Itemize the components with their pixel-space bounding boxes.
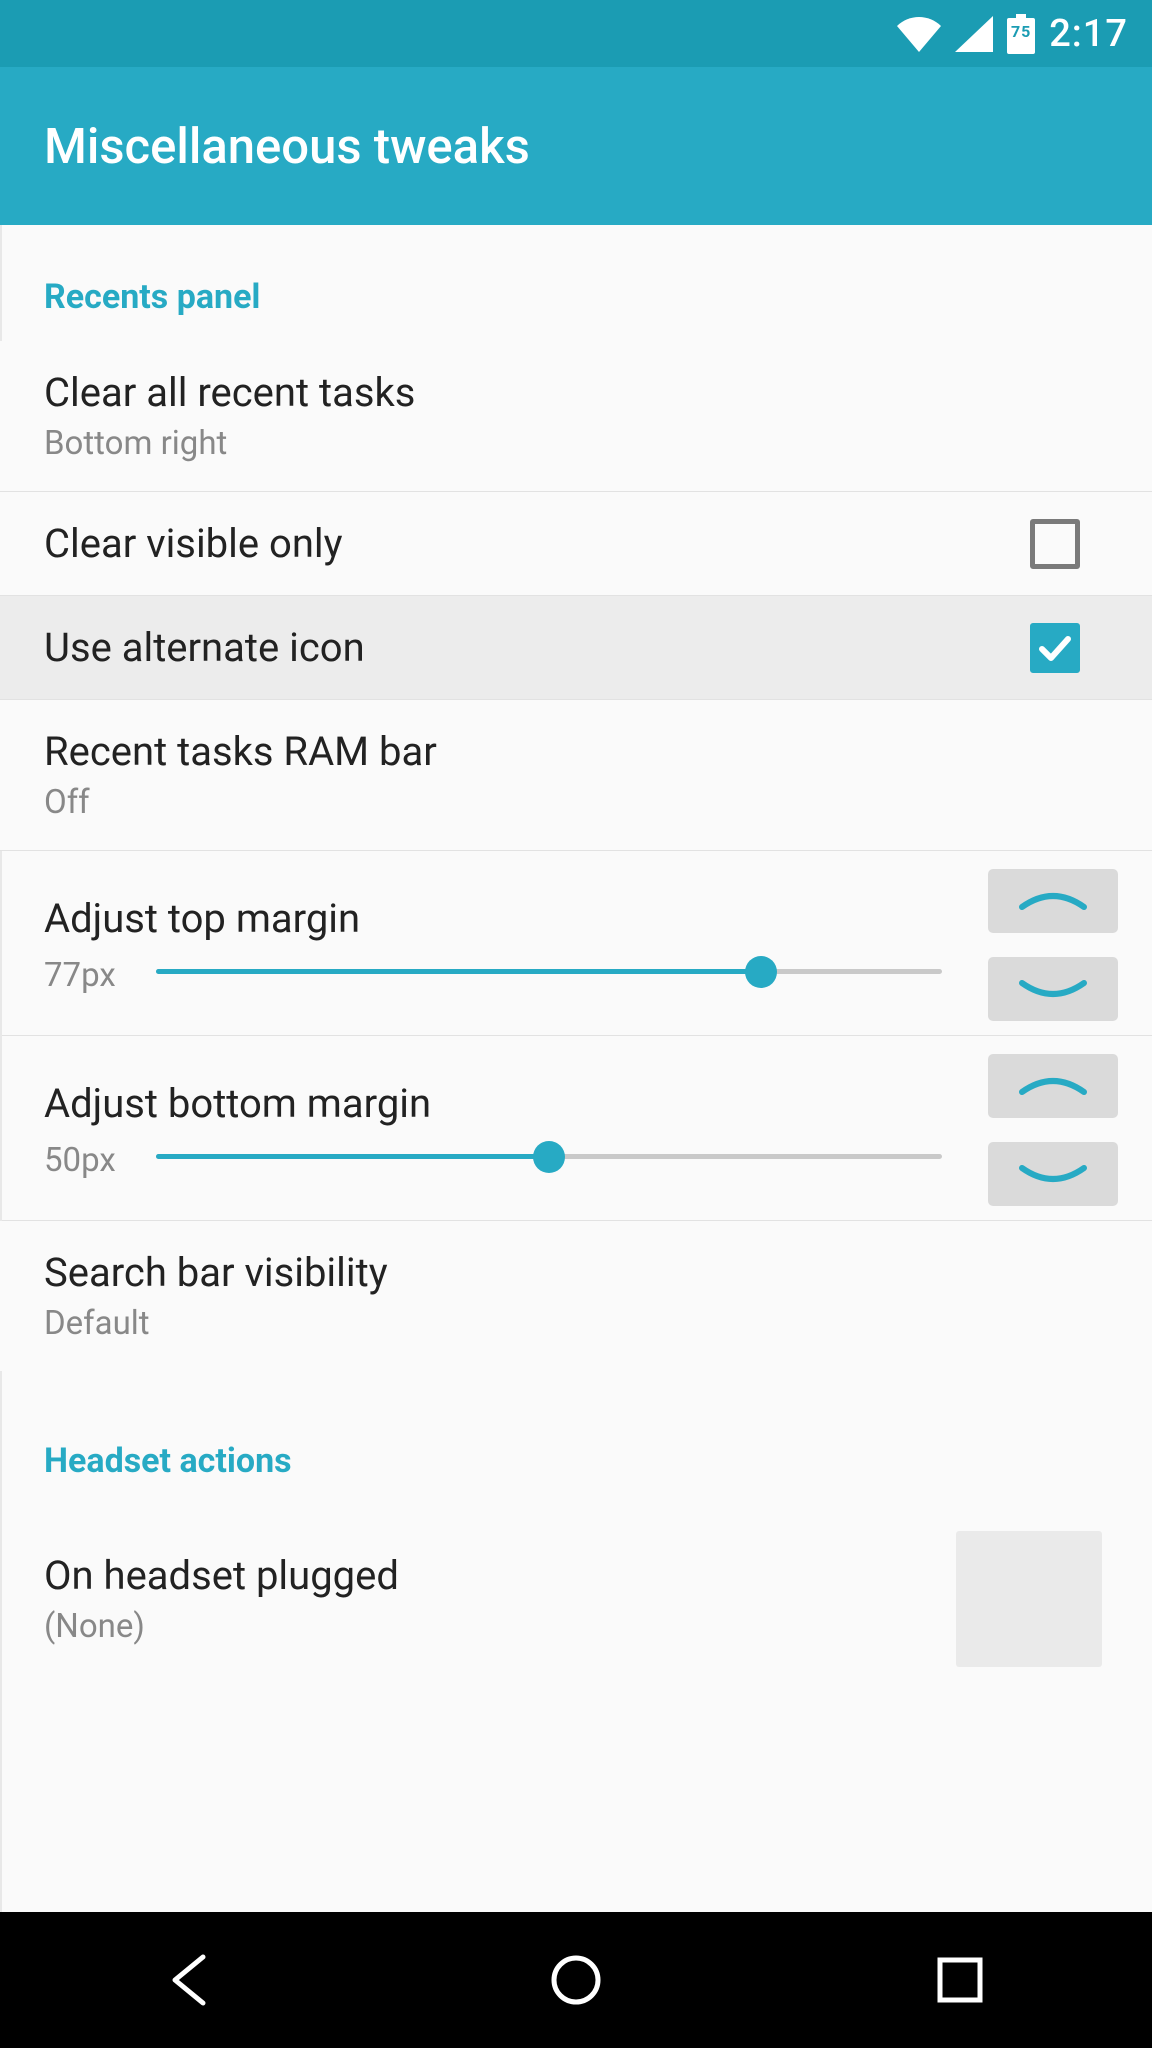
decrement-button[interactable] — [988, 957, 1118, 1021]
setting-title: Clear all recent tasks — [44, 369, 1108, 416]
setting-adjust-bottom-margin[interactable]: Adjust bottom margin 50px — [0, 1036, 1152, 1221]
setting-search-bar-visibility[interactable]: Search bar visibility Default — [0, 1221, 1152, 1371]
checkbox-wrap — [1030, 519, 1080, 569]
setting-value: Bottom right — [44, 424, 1108, 463]
navigation-bar — [0, 1912, 1152, 2048]
decrement-button[interactable] — [988, 1142, 1118, 1206]
setting-value: 77px — [44, 956, 116, 995]
setting-title: On headset plugged — [44, 1552, 956, 1599]
setting-title: Adjust top margin — [44, 895, 942, 942]
setting-title: Search bar visibility — [44, 1249, 1108, 1296]
section-label: Headset actions — [44, 1441, 1108, 1481]
battery-percent: 75 — [1007, 22, 1035, 41]
back-button[interactable] — [147, 1935, 237, 2025]
settings-content: Recents panel Clear all recent tasks Bot… — [0, 225, 1152, 1912]
checkbox-checked-icon[interactable] — [1030, 623, 1080, 673]
setting-value: Default — [44, 1304, 1108, 1343]
wifi-icon — [897, 16, 941, 52]
checkbox-unchecked-icon[interactable] — [1030, 519, 1080, 569]
slider-bottom-margin[interactable] — [156, 1141, 942, 1173]
setting-value: (None) — [44, 1607, 956, 1646]
setting-use-alternate-icon[interactable]: Use alternate icon — [0, 596, 1152, 700]
setting-title: Recent tasks RAM bar — [44, 728, 1108, 775]
home-button[interactable] — [531, 1935, 621, 2025]
setting-value: 50px — [44, 1141, 116, 1180]
increment-button[interactable] — [988, 869, 1118, 933]
slider-thumb-icon[interactable] — [745, 956, 777, 988]
battery-icon: 75 — [1007, 14, 1035, 54]
checkbox-wrap — [1030, 623, 1080, 673]
status-time: 2:17 — [1049, 12, 1128, 56]
status-bar: 75 2:17 — [0, 0, 1152, 67]
headset-action-icon[interactable] — [956, 1531, 1102, 1667]
page-title: Miscellaneous tweaks — [44, 118, 530, 175]
section-label: Recents panel — [44, 277, 1108, 317]
setting-ram-bar[interactable]: Recent tasks RAM bar Off — [0, 700, 1152, 851]
setting-clear-visible-only[interactable]: Clear visible only — [0, 492, 1152, 596]
section-header-headset: Headset actions — [0, 1371, 1152, 1505]
screen: 75 2:17 Miscellaneous tweaks Recents pan… — [0, 0, 1152, 2048]
setting-on-headset-plugged[interactable]: On headset plugged (None) — [0, 1505, 1152, 1693]
setting-title: Clear visible only — [44, 520, 1108, 567]
app-bar: Miscellaneous tweaks — [0, 67, 1152, 225]
setting-adjust-top-margin[interactable]: Adjust top margin 77px — [0, 851, 1152, 1036]
setting-value: Off — [44, 783, 1108, 822]
slider-thumb-icon[interactable] — [533, 1141, 565, 1173]
recents-button[interactable] — [915, 1935, 1005, 2025]
slider-top-margin[interactable] — [156, 956, 942, 988]
signal-icon — [955, 16, 993, 52]
setting-clear-all-recent[interactable]: Clear all recent tasks Bottom right — [0, 341, 1152, 492]
setting-title: Adjust bottom margin — [44, 1080, 942, 1127]
section-header-recents: Recents panel — [0, 225, 1152, 341]
increment-button[interactable] — [988, 1054, 1118, 1118]
setting-title: Use alternate icon — [44, 624, 1108, 671]
